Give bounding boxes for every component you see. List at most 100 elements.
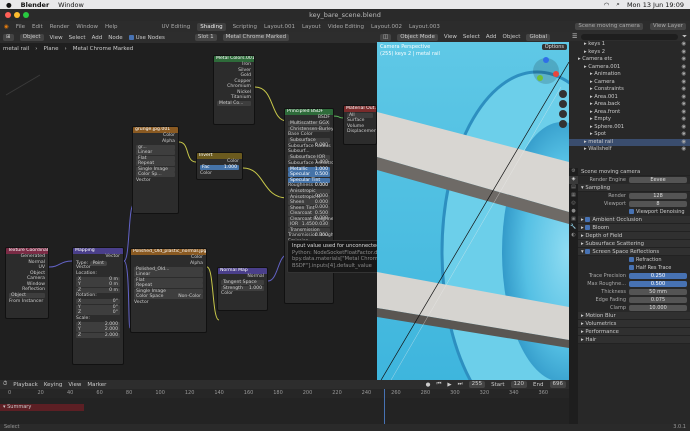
- material-selector[interactable]: Metal Chrome Marked: [222, 34, 290, 41]
- playhead[interactable]: [383, 389, 385, 429]
- play-icon[interactable]: ▶: [447, 382, 451, 388]
- strength-field[interactable]: Strength 1.000: [221, 285, 264, 291]
- socket-vector-in[interactable]: Vector: [131, 300, 206, 306]
- tab-shading[interactable]: Shading: [197, 22, 226, 31]
- object-field[interactable]: Object: [9, 293, 45, 298]
- panel-bloom[interactable]: ▸ Bloom: [578, 224, 690, 232]
- menu-add[interactable]: Add: [92, 35, 103, 41]
- principled-input-metallic[interactable]: Metallic 1.000: [288, 166, 330, 172]
- panel-volumetrics[interactable]: ▸ Volumetrics: [578, 320, 690, 328]
- location-x[interactable]: X 0 m: [76, 276, 120, 282]
- menu-add[interactable]: Add: [486, 34, 497, 40]
- menu-object[interactable]: Object: [503, 34, 521, 40]
- principled-input-specular[interactable]: Specular 0.500: [288, 172, 330, 177]
- principled-input-base-color[interactable]: Base Color: [285, 132, 333, 138]
- scene-selector[interactable]: Scene moving camera: [575, 23, 643, 30]
- menu-window[interactable]: Window: [76, 24, 98, 30]
- tool-icon[interactable]: ⚙: [569, 168, 578, 176]
- view-layer-selector[interactable]: View Layer: [649, 23, 686, 30]
- editor-type-icon[interactable]: ⏱: [3, 381, 7, 388]
- tab-layout-002[interactable]: Layout.002: [371, 24, 402, 30]
- render-samples-field[interactable]: 128: [629, 193, 687, 199]
- viewport-samples-field[interactable]: 8: [629, 201, 687, 207]
- tab-video-editing[interactable]: Video Editing: [328, 24, 364, 30]
- current-frame-field[interactable]: 255: [468, 381, 486, 388]
- image-selector[interactable]: Polished_Old...: [134, 266, 203, 272]
- socket-alpha-out[interactable]: Alpha: [131, 261, 206, 267]
- node-grunge-image[interactable]: grunge.jpg.001 Color Alpha gr... Linear …: [132, 126, 179, 214]
- node-metal-colors[interactable]: Metal Colors.001 Iron Silver Gold Copper…: [213, 55, 255, 125]
- ssr-field[interactable]: 0.075: [629, 297, 687, 303]
- options-button[interactable]: Options: [541, 44, 567, 50]
- socket-color-out[interactable]: Color: [197, 159, 242, 165]
- location-y[interactable]: Y 0 m: [76, 282, 120, 287]
- space-dropdown[interactable]: Tangent Space: [221, 280, 264, 285]
- jump-end-icon[interactable]: ⏭: [458, 381, 463, 388]
- fac-slider[interactable]: Fac 1.000: [200, 165, 239, 170]
- camera-icon[interactable]: [559, 110, 567, 118]
- socket-vector-in[interactable]: Vector: [133, 178, 178, 184]
- panel-depth-of-field[interactable]: ▸ Depth of Field: [578, 232, 690, 240]
- outliner-item[interactable]: ▸ metal rail ◉: [569, 138, 690, 146]
- viewport-denoising-checkbox[interactable]: Viewport Denoising: [578, 208, 690, 216]
- node-invert[interactable]: Invert Color Fac 1.000 Color: [196, 152, 243, 180]
- world-icon[interactable]: ●: [569, 208, 578, 216]
- node-mapping[interactable]: Mapping Vector Type: Point Vector Locati…: [72, 247, 124, 365]
- socket-bsdf-out[interactable]: BSDF: [285, 115, 333, 121]
- socket-displacement[interactable]: Displacement: [344, 129, 376, 135]
- distribution-dropdown[interactable]: Multiscatter GGX: [288, 121, 330, 126]
- node-material-output[interactable]: Material Out... All Surface Volume Displ…: [343, 105, 377, 145]
- socket-color-in[interactable]: Color: [197, 171, 242, 177]
- principled-input-subsurface[interactable]: Subsurface 0.000: [288, 138, 330, 148]
- socket-reflection[interactable]: Reflection: [6, 287, 48, 293]
- visibility-eye-icon[interactable]: ◉: [681, 49, 690, 57]
- keying-menu[interactable]: Keying: [44, 382, 62, 388]
- outliner-item[interactable]: ▸ Sphere.001 ◉: [569, 124, 690, 132]
- from-instancer-checkbox[interactable]: From Instancer: [6, 299, 48, 305]
- outliner-item[interactable]: ▸ keys 2 ◉: [569, 49, 690, 57]
- outliner-item[interactable]: ▸ Camera etc ◉: [569, 56, 690, 64]
- interpolation-dropdown[interactable]: Linear: [136, 150, 175, 155]
- pan-icon[interactable]: [559, 100, 567, 108]
- extension-dropdown[interactable]: Repeat: [136, 161, 175, 166]
- visibility-eye-icon[interactable]: ◉: [681, 146, 690, 154]
- source-dropdown[interactable]: Single Image: [136, 166, 175, 172]
- output-icon[interactable]: ▤: [569, 184, 578, 192]
- wifi-icon[interactable]: ◠: [604, 1, 610, 9]
- half-res-trace-checkbox[interactable]: Half Res Trace: [578, 264, 690, 272]
- source-dropdown[interactable]: Single Image: [134, 288, 203, 294]
- visibility-eye-icon[interactable]: ◉: [681, 79, 690, 87]
- visibility-eye-icon[interactable]: ◉: [681, 41, 690, 49]
- color-space-dropdown[interactable]: Color Sp...: [136, 172, 175, 177]
- render-engine-dropdown[interactable]: Eevee: [629, 177, 687, 183]
- metal-colors-field[interactable]: Metal Co...: [217, 101, 251, 106]
- frame-ruler[interactable]: 0 20 40 60 80 100 120 140 160 180 200 220 240 260 280 3…: [0, 389, 569, 429]
- visibility-eye-icon[interactable]: ◉: [681, 94, 690, 102]
- close-window-button[interactable]: [5, 12, 11, 18]
- outliner-item[interactable]: ▸ Camera.001 ◉: [569, 64, 690, 72]
- socket-normal-out[interactable]: Normal: [218, 274, 267, 280]
- visibility-eye-icon[interactable]: ◉: [681, 86, 690, 94]
- menu-edit[interactable]: Edit: [32, 24, 43, 30]
- end-frame-field[interactable]: 696: [549, 381, 566, 388]
- ssr-field[interactable]: 0.250: [629, 273, 687, 279]
- scale-z[interactable]: Z 2.000: [76, 332, 120, 338]
- menu-render[interactable]: Render: [50, 24, 70, 30]
- playback-menu[interactable]: Playback: [13, 382, 38, 388]
- panel-performance[interactable]: ▸ Performance: [578, 328, 690, 336]
- node-normal-map[interactable]: Normal Map Normal Tangent Space Strength…: [217, 267, 268, 311]
- panel-ambient-occlusion[interactable]: ▸ Ambient Occlusion: [578, 216, 690, 224]
- orientation-dropdown[interactable]: Global: [526, 33, 551, 41]
- principled-input-subsurface-ior[interactable]: Subsurface IOR 1.400: [288, 155, 330, 165]
- outliner-item[interactable]: ▸ Area.back ◉: [569, 101, 690, 109]
- extension-dropdown[interactable]: Repeat: [134, 283, 203, 288]
- outliner-item[interactable]: ▸ Constraints ◉: [569, 86, 690, 94]
- object-icon[interactable]: ▣: [569, 216, 578, 224]
- mode-dropdown[interactable]: Object Mode: [397, 33, 438, 41]
- panel-screen-space-reflections[interactable]: ▾ Screen Space Reflections: [578, 248, 690, 256]
- minimize-window-button[interactable]: [14, 12, 20, 18]
- visibility-eye-icon[interactable]: ◉: [681, 101, 690, 109]
- outliner-item[interactable]: ▸ Spot ◉: [569, 131, 690, 139]
- search-icon[interactable]: ⌕: [616, 0, 620, 9]
- menu-view[interactable]: View: [50, 35, 63, 41]
